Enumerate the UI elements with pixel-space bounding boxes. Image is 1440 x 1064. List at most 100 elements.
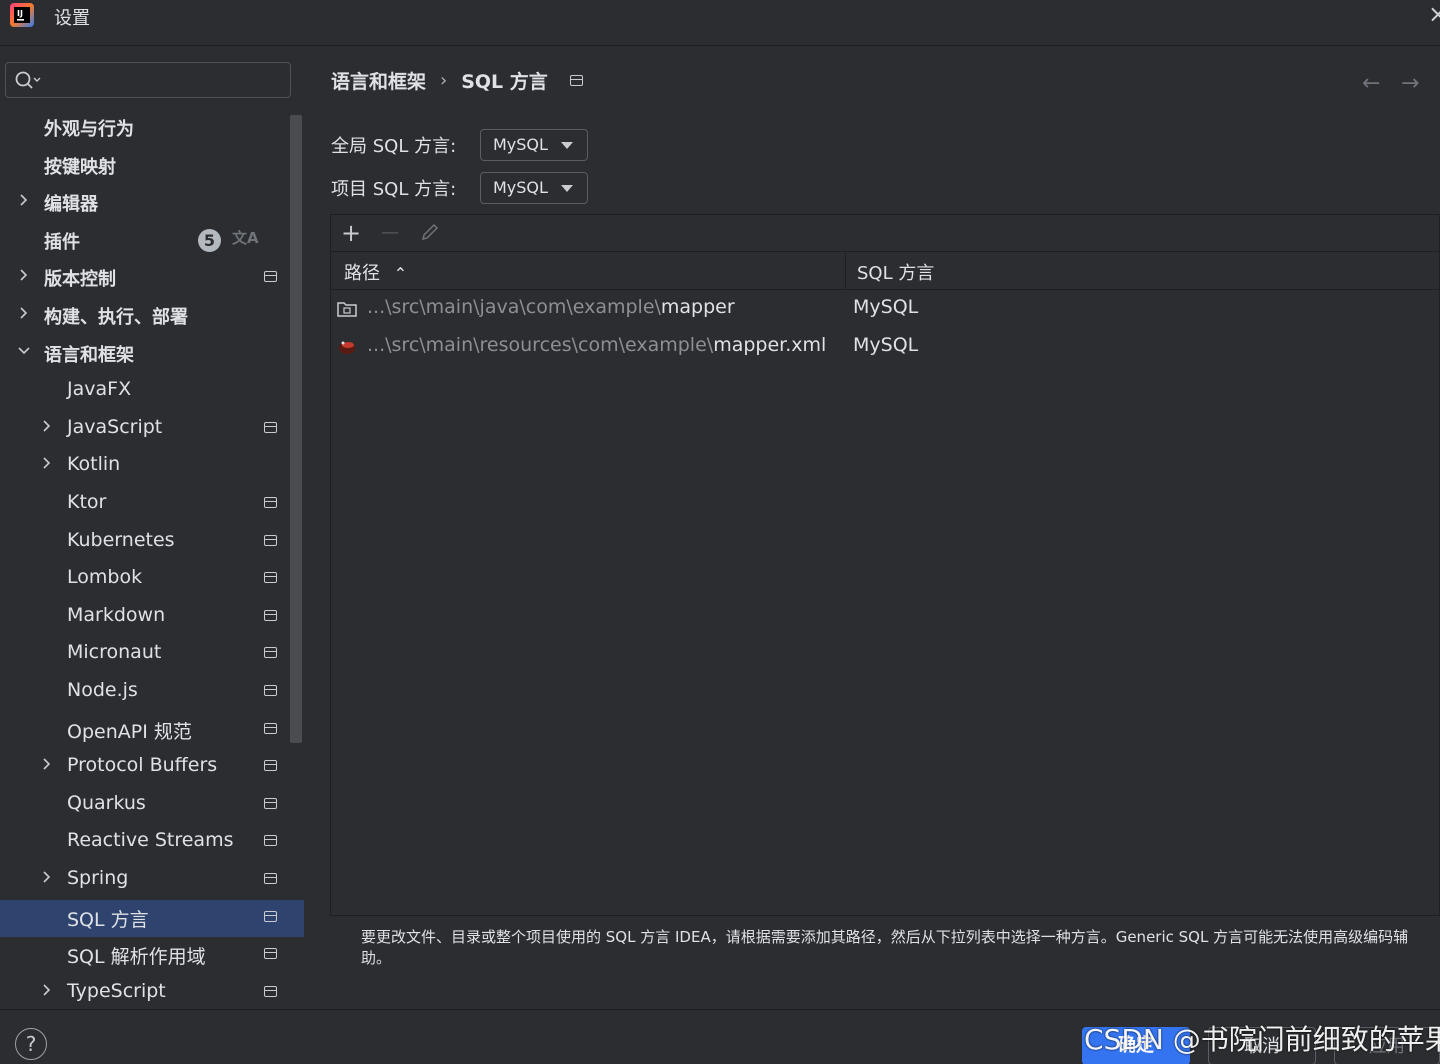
sidebar-item-label: Kotlin xyxy=(67,453,121,476)
sidebar-item-label: Lombok xyxy=(67,566,143,589)
sidebar-item[interactable]: 编辑器 xyxy=(0,185,304,222)
sidebar-item[interactable]: SQL 方言 xyxy=(0,899,304,937)
sidebar-item[interactable]: Micronaut xyxy=(0,636,304,673)
sidebar-item[interactable]: 版本控制 xyxy=(0,260,304,297)
pin-icon xyxy=(264,647,277,659)
sidebar-item-label: Ktor xyxy=(67,491,107,513)
sidebar-item-label: TypeScript xyxy=(67,979,166,1002)
project-dialect-value: MySQL xyxy=(493,178,548,197)
sidebar-item[interactable]: OpenAPI 规范 xyxy=(0,712,304,749)
column-header-dialect[interactable]: SQL 方言 xyxy=(857,259,934,285)
sidebar-item-label: 按键映射 xyxy=(44,156,116,178)
sidebar-item[interactable]: JavaFX xyxy=(0,373,304,410)
sidebar-item-label: Reactive Streams xyxy=(67,829,234,852)
sidebar-item[interactable]: SQL 解析作用域 xyxy=(0,937,304,974)
sidebar-item[interactable]: Protocol Buffers xyxy=(0,749,304,786)
pin-icon xyxy=(264,534,277,546)
add-button[interactable]: + xyxy=(338,221,364,247)
pin-icon xyxy=(264,497,277,508)
sidebar-item-label: Micronaut xyxy=(67,641,162,664)
sidebar-item-label: 编辑器 xyxy=(44,194,98,216)
global-dialect-select[interactable]: MySQL xyxy=(480,129,588,161)
sidebar-item[interactable]: 语言和框架 xyxy=(0,336,304,373)
sidebar-item[interactable]: Ktor xyxy=(0,486,304,523)
dropdown-caret-icon xyxy=(561,142,573,149)
sidebar-item-label: Node.js xyxy=(67,679,138,701)
sidebar-item-label: Quarkus xyxy=(67,791,146,814)
sidebar-item[interactable]: Spring xyxy=(0,862,304,899)
row-dialect[interactable]: MySQL xyxy=(853,334,918,356)
breadcrumb-parent[interactable]: 语言和框架 xyxy=(331,67,426,94)
sidebar-item[interactable]: Lombok xyxy=(0,561,304,598)
translate-icon: 文A xyxy=(232,228,259,247)
sidebar-item[interactable]: 插件 5 文A xyxy=(0,223,304,260)
project-dialect-select[interactable]: MySQL xyxy=(480,172,588,204)
chevron-right-icon[interactable] xyxy=(40,757,54,771)
sidebar-item[interactable]: 按键映射 xyxy=(0,148,304,185)
sidebar-item[interactable]: Node.js xyxy=(0,674,304,711)
search-input[interactable] xyxy=(5,62,291,98)
column-header-path[interactable]: 路径 ⌃ xyxy=(344,259,407,285)
column-divider[interactable] xyxy=(845,253,846,290)
global-dialect-value: MySQL xyxy=(493,135,548,154)
pin-icon xyxy=(264,948,277,960)
title-bar: IJ 设置 × xyxy=(0,0,1440,46)
pin-icon xyxy=(264,985,277,997)
sidebar-item[interactable]: Kubernetes xyxy=(0,524,304,561)
sidebar-item-label: Spring xyxy=(67,867,129,889)
sidebar-item-label: Protocol Buffers xyxy=(67,754,218,777)
sidebar-item-label: 构建、执行、部署 xyxy=(44,307,188,328)
sidebar-item[interactable]: JavaScript xyxy=(0,411,304,448)
global-dialect-row: 全局 SQL 方言: MySQL xyxy=(331,128,588,162)
pin-icon xyxy=(264,572,277,584)
close-icon[interactable]: × xyxy=(1428,0,1440,28)
remove-button[interactable]: — xyxy=(377,221,403,247)
chevron-right-icon[interactable] xyxy=(40,983,54,997)
sidebar-item[interactable]: Reactive Streams xyxy=(0,824,304,861)
sidebar-item-label: SQL 方言 xyxy=(67,908,149,931)
folder-icon xyxy=(337,302,357,317)
sidebar-item-label: SQL 解析作用域 xyxy=(67,946,206,969)
table-header: 路径 ⌃ SQL 方言 xyxy=(331,253,1439,290)
help-button[interactable]: ? xyxy=(15,1028,47,1060)
sidebar-item-label: Kubernetes xyxy=(67,528,175,551)
sidebar-item-label: 版本控制 xyxy=(44,269,116,291)
pin-icon xyxy=(264,271,277,283)
svg-text:IJ: IJ xyxy=(17,9,23,18)
breadcrumb: 语言和框架 › SQL 方言 xyxy=(331,67,583,94)
search-icon xyxy=(15,71,41,89)
chevron-right-icon[interactable] xyxy=(17,306,31,320)
table-toolbar: + — xyxy=(331,215,1439,252)
chevron-down-icon[interactable] xyxy=(17,344,31,358)
sidebar-item[interactable]: TypeScript xyxy=(0,975,304,1012)
pin-icon xyxy=(264,797,277,809)
watermark: CSDN @书院门前细致的苹果 xyxy=(1084,1023,1440,1056)
chevron-right-icon[interactable] xyxy=(17,193,31,207)
forward-arrow-icon[interactable]: → xyxy=(1401,71,1419,96)
pin-icon xyxy=(264,722,277,734)
pencil-icon[interactable] xyxy=(417,221,443,247)
table-row[interactable]: ...\src\main\java\com\example\mapper MyS… xyxy=(331,291,1439,329)
sidebar-item[interactable]: 外观与行为 xyxy=(0,110,304,147)
pin-icon xyxy=(264,873,277,884)
sidebar-item[interactable]: Quarkus xyxy=(0,787,304,824)
chevron-right-icon[interactable] xyxy=(17,268,31,282)
chevron-right-icon[interactable] xyxy=(40,870,54,884)
breadcrumb-separator: › xyxy=(440,70,448,91)
sort-ascending-icon: ⌃ xyxy=(393,264,408,283)
sidebar-item[interactable]: Markdown xyxy=(0,599,304,636)
window-title: 设置 xyxy=(54,8,90,29)
table-row[interactable]: ...\src\main\resources\com\example\mappe… xyxy=(331,329,1439,367)
row-path: ...\src\main\resources\com\example\mappe… xyxy=(367,334,827,356)
sidebar-item[interactable]: Kotlin xyxy=(0,448,304,485)
dropdown-caret-icon xyxy=(561,185,573,192)
project-dialect-label: 项目 SQL 方言: xyxy=(331,179,457,200)
row-dialect[interactable]: MySQL xyxy=(853,296,918,318)
back-arrow-icon[interactable]: ← xyxy=(1362,71,1380,96)
chevron-right-icon[interactable] xyxy=(40,456,54,470)
project-dialect-row: 项目 SQL 方言: MySQL xyxy=(331,171,588,205)
chevron-right-icon[interactable] xyxy=(40,419,54,433)
pin-icon xyxy=(264,835,277,847)
pin-icon xyxy=(569,75,583,86)
sidebar-item[interactable]: 构建、执行、部署 xyxy=(0,298,304,335)
